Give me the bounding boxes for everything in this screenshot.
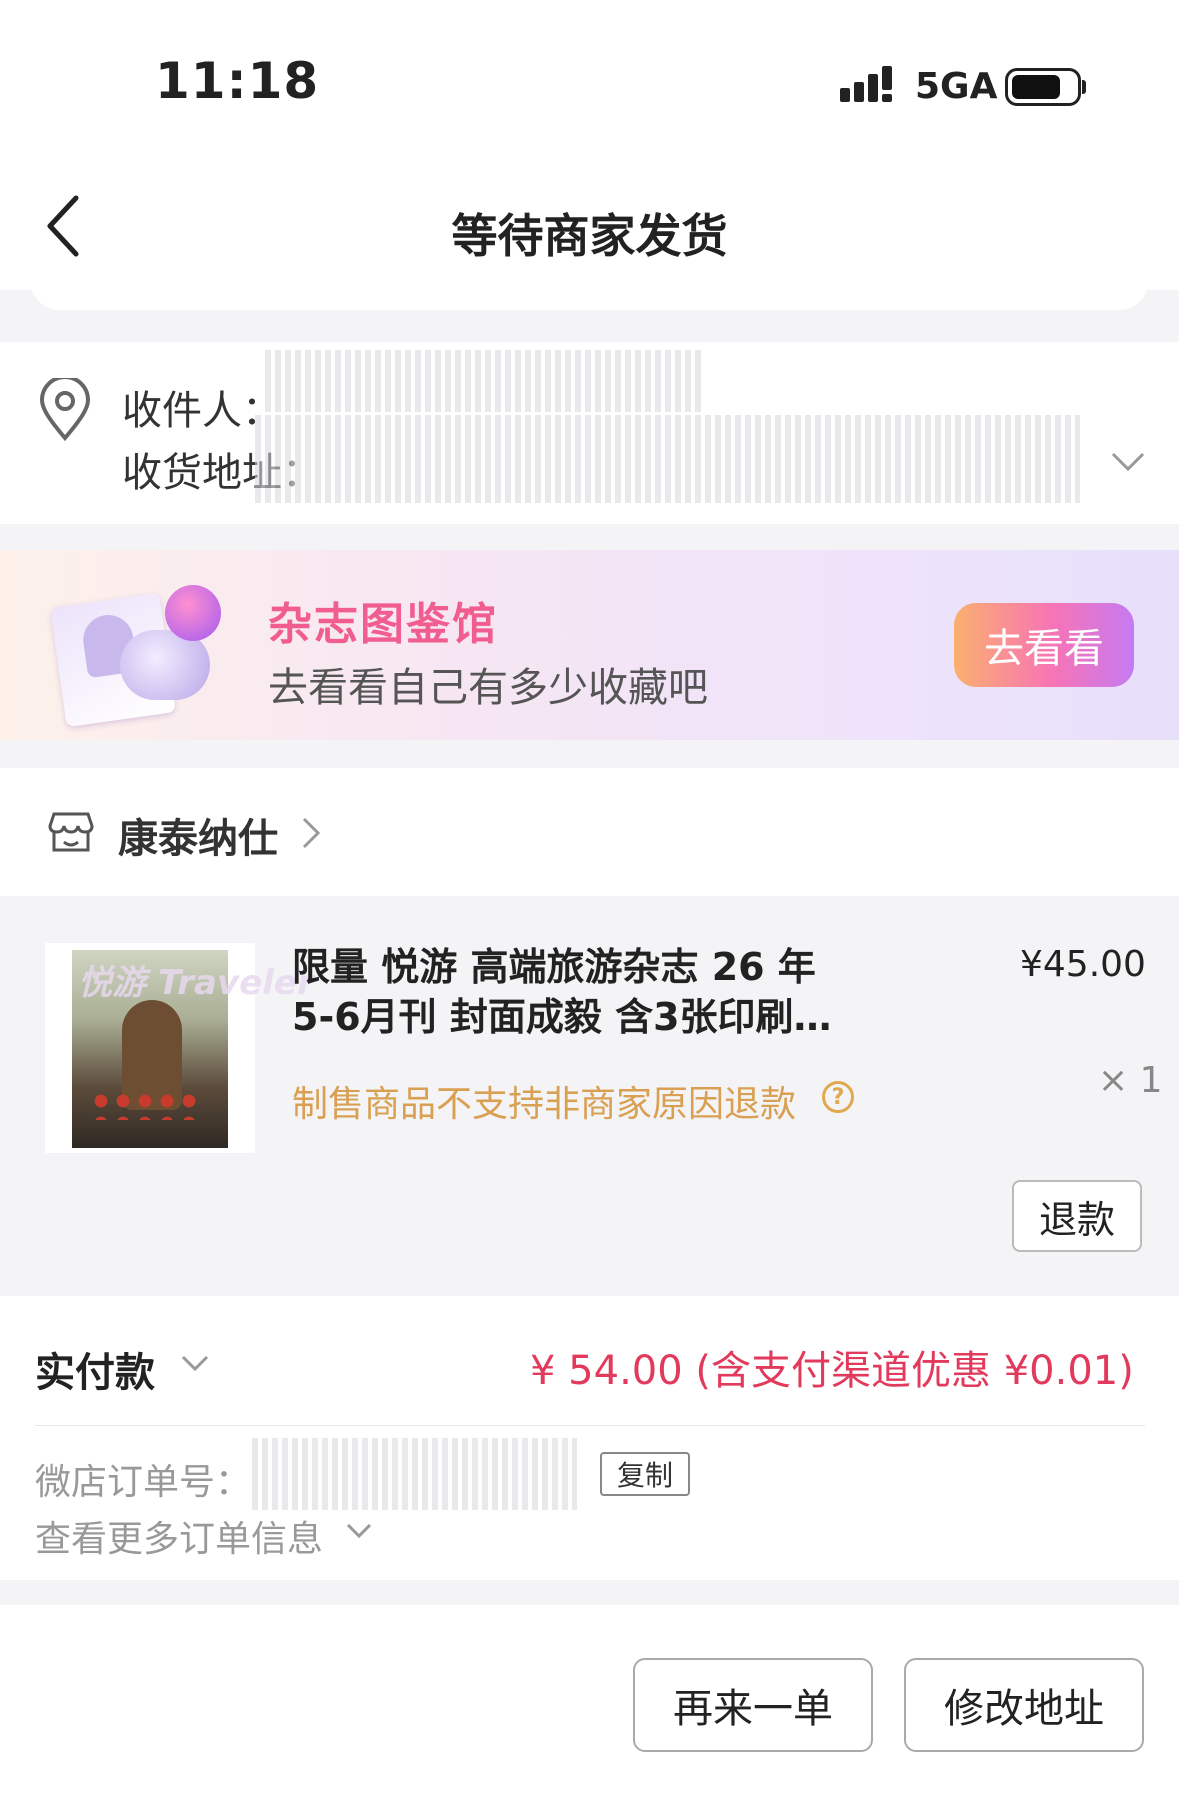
redacted-address bbox=[255, 415, 1080, 503]
payment-amount: ¥ 54.00 (含支付渠道优惠 ¥0.01) bbox=[530, 1348, 1134, 1394]
payment-label: 实付款 bbox=[35, 1350, 155, 1396]
battery-icon bbox=[1005, 68, 1081, 106]
banner-subtitle: 去看看自己有多少收藏吧 bbox=[268, 665, 708, 711]
chevron-down-icon[interactable] bbox=[345, 1522, 373, 1540]
order-number-label: 微店订单号： bbox=[35, 1462, 252, 1503]
signal-icon bbox=[840, 66, 892, 102]
battery-cap bbox=[1082, 80, 1086, 94]
reorder-button[interactable]: 再来一单 bbox=[633, 1658, 873, 1752]
redacted-recipient bbox=[265, 350, 705, 412]
status-time: 11:18 bbox=[155, 52, 320, 110]
page-title: 等待商家发货 bbox=[451, 209, 728, 263]
product-quantity: × 1 bbox=[1098, 1060, 1163, 1101]
header-card-bottom bbox=[30, 270, 1149, 310]
more-order-info-link[interactable]: 查看更多订单信息 bbox=[35, 1510, 323, 1562]
help-icon[interactable]: ? bbox=[822, 1081, 854, 1113]
change-address-button[interactable]: 修改地址 bbox=[904, 1658, 1144, 1752]
network-label: 5GA bbox=[915, 66, 998, 107]
refund-button[interactable]: 退款 bbox=[1012, 1180, 1142, 1252]
cover-title-text: 悦游 Traveler bbox=[78, 963, 314, 1003]
product-price: ¥45.00 bbox=[1020, 944, 1146, 985]
chevron-right-icon bbox=[302, 817, 321, 849]
store-icon bbox=[48, 812, 94, 852]
chevron-down-icon[interactable] bbox=[180, 1354, 210, 1374]
stamp-knob-icon bbox=[165, 585, 221, 641]
copy-button[interactable]: 复制 bbox=[600, 1452, 690, 1496]
location-pin-icon bbox=[39, 378, 91, 442]
cover-flowers bbox=[90, 1090, 200, 1120]
banner-go-button[interactable]: 去看看 bbox=[954, 603, 1134, 687]
chevron-down-icon[interactable] bbox=[1110, 450, 1146, 474]
refund-notice: 制售商品不支持非商家原因退款 bbox=[292, 1084, 797, 1125]
product-name: 限量 悦游 高端旅游杂志 26 年 5-6月刊 封面成毅 含3张印刷… bbox=[292, 945, 832, 1039]
banner-title: 杂志图鉴馆 bbox=[268, 599, 498, 650]
redacted-order-number bbox=[252, 1438, 577, 1510]
divider bbox=[35, 1425, 1145, 1426]
store-name: 康泰纳仕 bbox=[118, 816, 278, 862]
